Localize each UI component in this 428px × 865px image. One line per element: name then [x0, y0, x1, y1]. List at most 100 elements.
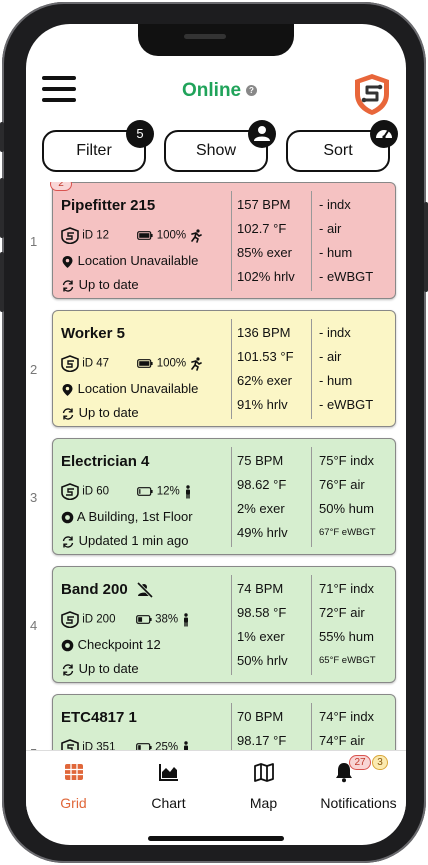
worker-card[interactable]: Electrician 4 iD 60 12% A Building, 1st … [52, 438, 396, 555]
location-text: Checkpoint 12 [77, 637, 161, 652]
tab-notifications[interactable]: 27 3 Notifications [311, 751, 406, 823]
location-row: Checkpoint 12 [61, 637, 161, 652]
person-off-icon [136, 582, 154, 599]
exertion: 85% exer [237, 245, 292, 260]
help-icon[interactable]: ? [246, 85, 257, 96]
ewbgt: 67°F eWBGT [319, 527, 376, 538]
heart-rate: 136 BPM [237, 325, 291, 340]
location-row: Location Unavailable [61, 253, 198, 269]
battery-level: 100% [156, 229, 187, 242]
app-screen: Online ? Filter 5 Show Sort 1 2 Pipefitt… [26, 24, 406, 845]
device-shield-icon [61, 739, 79, 750]
connection-status: Online [182, 80, 242, 101]
location-text: Location Unavailable [77, 253, 199, 268]
worker-list[interactable]: 1 2 Pipefitter 215 iD 12 100% Location U… [26, 182, 406, 750]
column-divider [231, 447, 232, 547]
humidity: 50% hum [319, 501, 374, 516]
grid-icon [65, 764, 83, 780]
device-shield-icon [61, 611, 79, 628]
heart-rate-level: 49% hrlv [237, 525, 288, 540]
air-temperature: 76°F air [319, 477, 365, 492]
device-row: iD 351 25% [61, 739, 191, 750]
checkpoint-icon [61, 639, 74, 652]
warning-count-badge: 3 [372, 755, 388, 770]
checkpoint-icon [61, 511, 74, 524]
sync-icon [62, 279, 74, 292]
tab-label: Notifications [320, 795, 397, 811]
worker-card[interactable]: Band 200 iD 200 38% Checkpoint 12 Up to … [52, 566, 396, 683]
ewbgt: - eWBGT [319, 269, 374, 284]
sync-status: Up to date [78, 277, 139, 292]
location-text: A Building, 1st Floor [76, 509, 193, 524]
worker-name: Pipefitter 215 [61, 197, 156, 214]
sync-icon [62, 535, 74, 548]
location-pin-icon [62, 255, 73, 268]
exertion: 2% exer [237, 501, 285, 516]
heart-rate: 74 BPM [237, 581, 284, 596]
alert-count-badge: 27 [349, 755, 371, 770]
heart-rate: 70 BPM [237, 709, 284, 724]
humidity: 55% hum [319, 629, 374, 644]
row-index: 2 [30, 362, 38, 377]
sync-icon [62, 407, 74, 420]
air-temperature: 72°F air [319, 605, 365, 620]
mute-switch [0, 122, 4, 152]
device-row: iD 12 100% [61, 227, 203, 244]
heat-index: 75°F indx [319, 453, 375, 468]
heat-index: - indx [319, 325, 351, 340]
worker-card[interactable]: ETC4817 1 iD 351 25% 70 BPM 98.17 °F 74°… [52, 694, 396, 750]
sync-row: Updated 1 min ago [61, 533, 188, 549]
filter-count-badge: 5 [126, 120, 154, 148]
column-divider [311, 575, 312, 675]
shield-logo-icon[interactable] [352, 72, 392, 116]
worker-card[interactable]: 2 Pipefitter 215 iD 12 100% Location Una… [50, 182, 396, 299]
battery-icon [137, 359, 154, 368]
body-temperature: 98.62 °F [237, 477, 287, 492]
row-index: 3 [30, 490, 38, 505]
humidity: - hum [319, 373, 353, 388]
tab-chart[interactable]: Chart [121, 751, 216, 823]
device-id: 47 [96, 357, 110, 370]
row-index: 4 [30, 618, 38, 633]
sync-status: Up to date [78, 405, 139, 420]
battery-level: 38% [155, 613, 179, 626]
battery-level: 25% [155, 741, 179, 750]
power-button [424, 202, 428, 292]
device-id: 12 [96, 229, 110, 242]
tab-label: Map [249, 795, 278, 811]
sync-row: Up to date [61, 405, 139, 421]
running-icon [191, 228, 203, 243]
sync-status: Up to date [78, 661, 139, 676]
tab-map[interactable]: Map [216, 751, 311, 823]
battery-icon [135, 615, 152, 624]
row-index: 1 [30, 234, 38, 249]
tab-grid[interactable]: Grid [26, 751, 121, 823]
sync-icon [62, 663, 74, 676]
vitals-column: 70 BPM 98.17 °F [237, 705, 286, 750]
standing-icon [185, 484, 190, 498]
environment-column: 75°F indx 76°F air 50% hum 67°F eWBGT [319, 449, 376, 545]
device-shield-icon [61, 227, 79, 244]
map-icon [254, 763, 274, 782]
worker-name: Worker 5 [61, 325, 125, 342]
worker-card[interactable]: Worker 5 iD 47 100% Location Unavailable… [52, 310, 396, 427]
column-divider [311, 319, 312, 419]
worker-name-text: Band 200 [61, 581, 128, 598]
hamburger-menu-icon[interactable] [42, 76, 76, 102]
heat-index: - indx [319, 197, 351, 212]
body-temperature: 98.17 °F [237, 733, 287, 748]
environment-column: 71°F indx 72°F air 55% hum 65°F eWBGT [319, 577, 376, 673]
body-temperature: 98.58 °F [237, 605, 287, 620]
heart-rate-level: 50% hrlv [237, 653, 288, 668]
column-divider [231, 575, 232, 675]
body-temperature: 101.53 °F [237, 349, 294, 364]
heart-rate: 157 BPM [237, 197, 291, 212]
device-id: 200 [96, 613, 116, 626]
volume-up-button [0, 178, 4, 238]
environment-column: - indx - air - hum - eWBGT [319, 321, 373, 417]
worker-name: Band 200 [61, 581, 154, 599]
column-divider [311, 703, 312, 750]
heart-rate: 75 BPM [237, 453, 284, 468]
device-row: iD 60 12% [61, 483, 193, 500]
environment-column: - indx - air - hum - eWBGT [319, 193, 373, 289]
